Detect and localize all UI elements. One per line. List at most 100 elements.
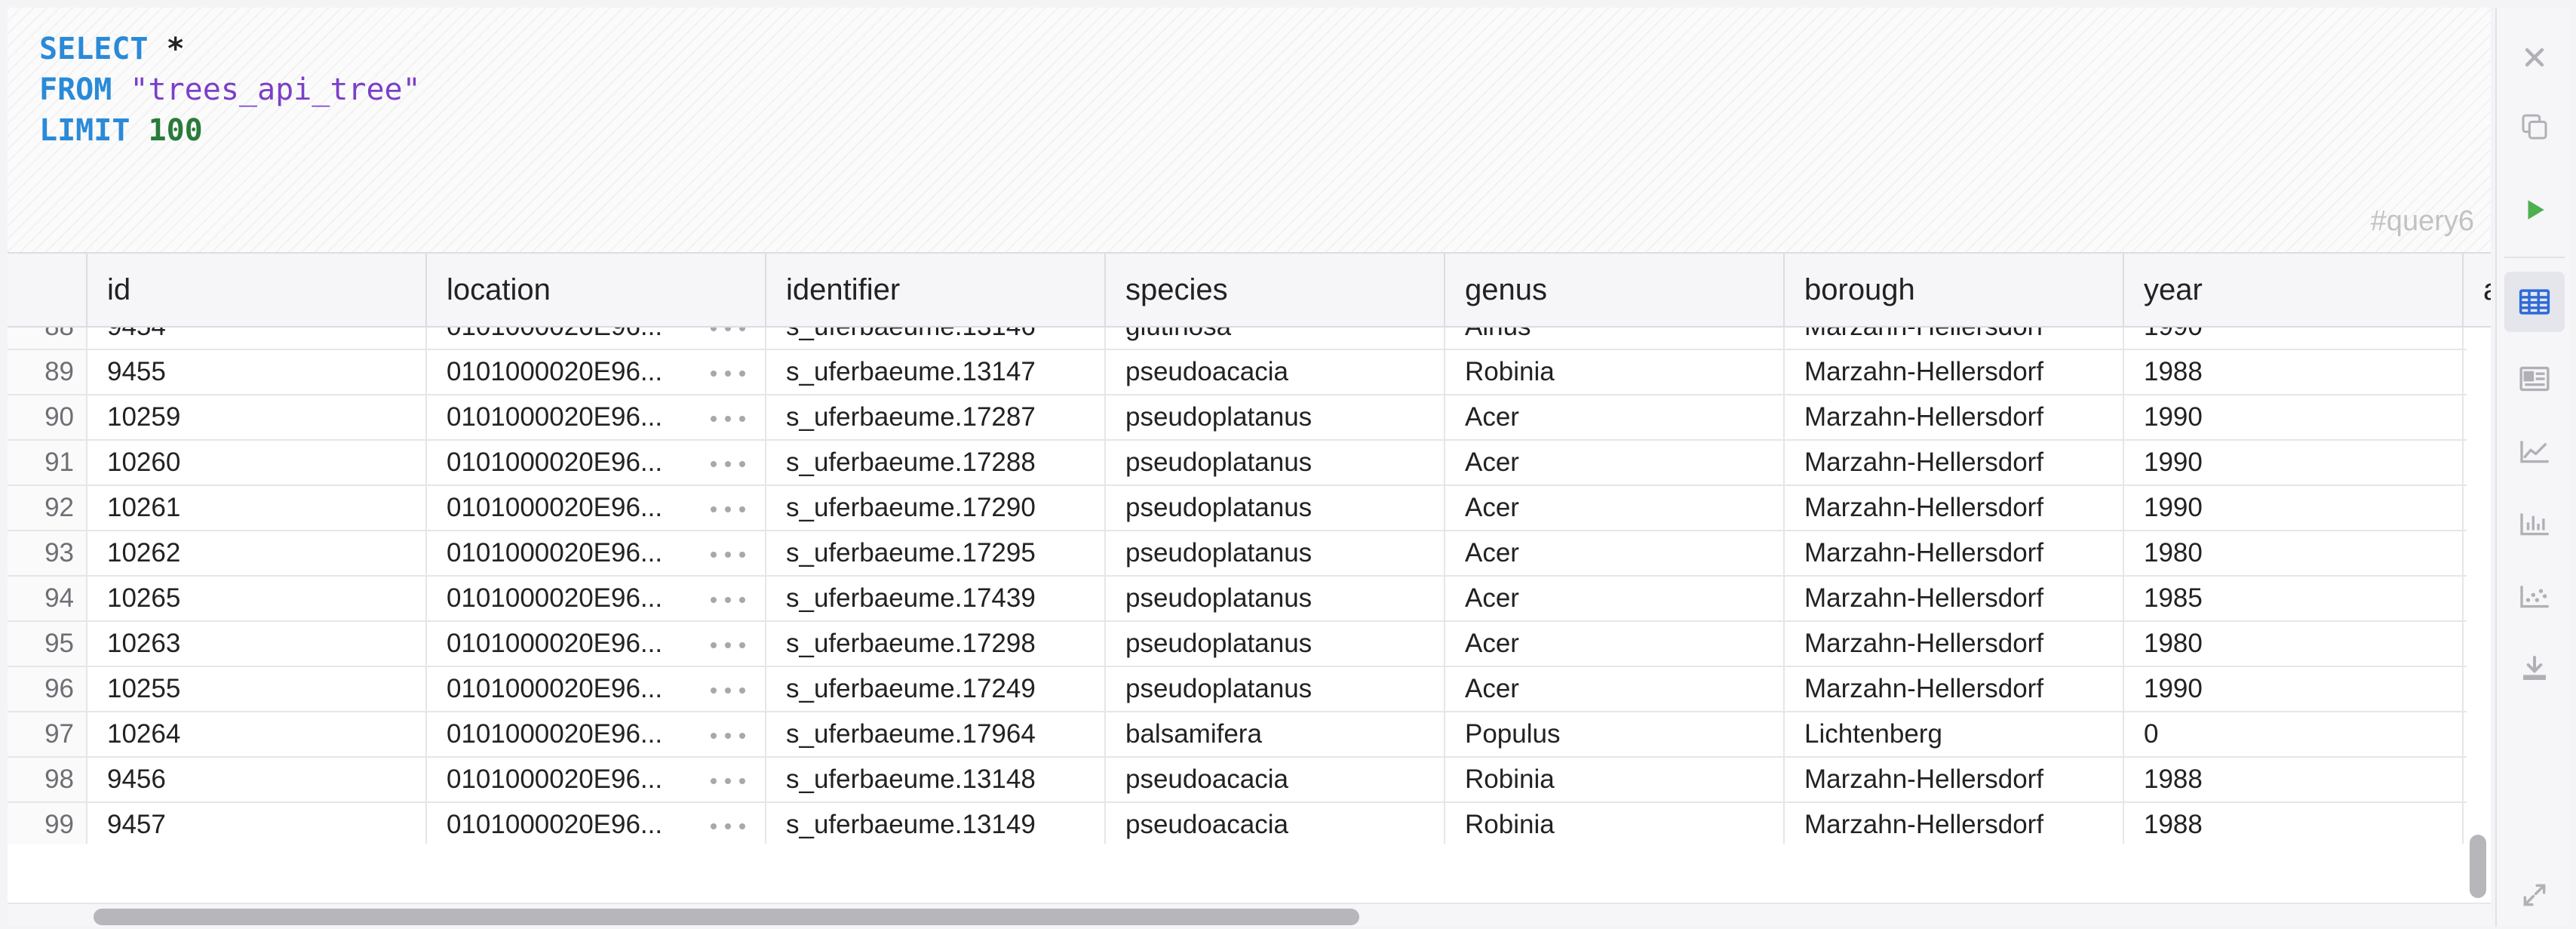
more-icon[interactable] (711, 461, 745, 467)
more-icon[interactable] (711, 416, 745, 422)
more-icon[interactable] (711, 642, 745, 648)
row-number[interactable]: 89 (8, 350, 88, 394)
more-icon[interactable] (711, 823, 745, 829)
cell-location[interactable]: 0101000020E96... (427, 758, 766, 801)
cell-location[interactable]: 0101000020E96... (427, 803, 766, 844)
cell-species[interactable]: pseudoacacia (1106, 803, 1445, 844)
cell-genus[interactable]: Acer (1445, 486, 1785, 530)
cell-borough[interactable]: Lichtenberg (1785, 712, 2124, 756)
cell-year[interactable]: 0 (2124, 712, 2464, 756)
run-icon[interactable] (2504, 180, 2565, 240)
table-row[interactable]: 88 9454 0101000020E96... s_uferbaeume.13146… (8, 328, 2467, 350)
cell-borough[interactable]: Marzahn-Hellersdorf (1785, 803, 2124, 844)
cell-borough[interactable]: Marzahn-Hellersdorf (1785, 531, 2124, 575)
vertical-scrollbar-track[interactable] (2467, 328, 2491, 844)
cell-year[interactable]: 1980 (2124, 531, 2464, 575)
more-icon[interactable] (711, 328, 745, 331)
cell-species[interactable]: pseudoplatanus (1106, 577, 1445, 620)
column-header-identifier[interactable]: identifier (766, 254, 1106, 326)
cell-borough[interactable]: Marzahn-Hellersdorf (1785, 328, 2124, 349)
code-line[interactable]: SELECT * (39, 29, 421, 69)
cell-year[interactable]: 1985 (2124, 577, 2464, 620)
vertical-scrollbar-thumb[interactable] (2470, 835, 2486, 898)
cell-borough[interactable]: Marzahn-Hellersdorf (1785, 395, 2124, 439)
row-number[interactable]: 91 (8, 441, 88, 484)
cell-genus[interactable]: Acer (1445, 622, 1785, 666)
more-icon[interactable] (711, 552, 745, 558)
cell-identifier[interactable]: s_uferbaeume.17964 (766, 712, 1106, 756)
row-number[interactable]: 92 (8, 486, 88, 530)
cell-location[interactable]: 0101000020E96... (427, 486, 766, 530)
cell-genus[interactable]: Acer (1445, 577, 1785, 620)
cell-id[interactable]: 9454 (88, 328, 427, 349)
cell-id[interactable]: 9455 (88, 350, 427, 394)
cell-identifier[interactable]: s_uferbaeume.13148 (766, 758, 1106, 801)
cell-genus[interactable]: Acer (1445, 441, 1785, 484)
cell-borough[interactable]: Marzahn-Hellersdorf (1785, 758, 2124, 801)
cell-identifier[interactable]: s_uferbaeume.17298 (766, 622, 1106, 666)
cell-borough[interactable]: Marzahn-Hellersdorf (1785, 577, 2124, 620)
sql-editor[interactable]: SELECT * FROM "trees_api_tree" LIMIT 100 #… (8, 8, 2491, 254)
table-row[interactable]: 96 10255 0101000020E96... s_uferbaeume.1724… (8, 667, 2467, 712)
code-line[interactable]: LIMIT 100 (39, 110, 421, 151)
cell-id[interactable]: 10261 (88, 486, 427, 530)
cell-year[interactable]: 1990 (2124, 328, 2464, 349)
cell-year[interactable]: 1988 (2124, 758, 2464, 801)
column-header-species[interactable]: species (1106, 254, 1445, 326)
cell-species[interactable]: glutinosa (1106, 328, 1445, 349)
cell-species[interactable]: pseudoplatanus (1106, 395, 1445, 439)
cell-id[interactable]: 10263 (88, 622, 427, 666)
cell-id[interactable]: 10259 (88, 395, 427, 439)
cell-location[interactable]: 0101000020E96... (427, 667, 766, 711)
cell-location[interactable]: 0101000020E96... (427, 350, 766, 394)
cell-identifier[interactable]: s_uferbaeume.17288 (766, 441, 1106, 484)
cell-identifier[interactable]: s_uferbaeume.13147 (766, 350, 1106, 394)
cell-genus[interactable]: Alnus (1445, 328, 1785, 349)
cell-year[interactable]: 1990 (2124, 486, 2464, 530)
cell-genus[interactable]: Robinia (1445, 803, 1785, 844)
cell-identifier[interactable]: s_uferbaeume.13146 (766, 328, 1106, 349)
cell-genus[interactable]: Acer (1445, 395, 1785, 439)
column-header-year[interactable]: year (2124, 254, 2464, 326)
cell-id[interactable]: 9456 (88, 758, 427, 801)
line-chart-icon[interactable] (2504, 421, 2565, 481)
cell-genus[interactable]: Populus (1445, 712, 1785, 756)
table-row[interactable]: 91 10260 0101000020E96... s_uferbaeume.1728… (8, 441, 2467, 486)
card-view-icon[interactable] (2504, 349, 2565, 409)
cell-id[interactable]: 10260 (88, 441, 427, 484)
more-icon[interactable] (711, 506, 745, 512)
row-number[interactable]: 90 (8, 395, 88, 439)
row-number[interactable]: 95 (8, 622, 88, 666)
table-row[interactable]: 93 10262 0101000020E96... s_uferbaeume.1729… (8, 531, 2467, 577)
cell-location[interactable]: 0101000020E96... (427, 712, 766, 756)
cell-genus[interactable]: Robinia (1445, 350, 1785, 394)
cell-species[interactable]: pseudoplatanus (1106, 531, 1445, 575)
cell-species[interactable]: balsamifera (1106, 712, 1445, 756)
cell-location[interactable]: 0101000020E96... (427, 441, 766, 484)
cell-id[interactable]: 10264 (88, 712, 427, 756)
cell-year[interactable]: 1988 (2124, 350, 2464, 394)
row-number[interactable]: 96 (8, 667, 88, 711)
table-view-icon[interactable] (2504, 272, 2565, 332)
cell-year[interactable]: 1990 (2124, 667, 2464, 711)
expand-icon[interactable] (2504, 865, 2565, 925)
cell-location[interactable]: 0101000020E96... (427, 328, 766, 349)
cell-species[interactable]: pseudoplatanus (1106, 441, 1445, 484)
column-header-borough[interactable]: borough (1785, 254, 2124, 326)
table-row[interactable]: 94 10265 0101000020E96... s_uferbaeume.1743… (8, 577, 2467, 622)
cell-borough[interactable]: Marzahn-Hellersdorf (1785, 350, 2124, 394)
more-icon[interactable] (711, 778, 745, 784)
cell-id[interactable]: 10262 (88, 531, 427, 575)
column-header-a[interactable]: a (2464, 254, 2491, 326)
cell-borough[interactable]: Marzahn-Hellersdorf (1785, 441, 2124, 484)
cell-genus[interactable]: Acer (1445, 531, 1785, 575)
close-icon[interactable] (2504, 27, 2565, 88)
more-icon[interactable] (711, 733, 745, 739)
more-icon[interactable] (711, 597, 745, 603)
cell-species[interactable]: pseudoacacia (1106, 350, 1445, 394)
cell-identifier[interactable]: s_uferbaeume.13149 (766, 803, 1106, 844)
cell-borough[interactable]: Marzahn-Hellersdorf (1785, 486, 2124, 530)
cell-identifier[interactable]: s_uferbaeume.17295 (766, 531, 1106, 575)
code-line[interactable]: FROM "trees_api_tree" (39, 69, 421, 110)
row-number[interactable]: 98 (8, 758, 88, 801)
